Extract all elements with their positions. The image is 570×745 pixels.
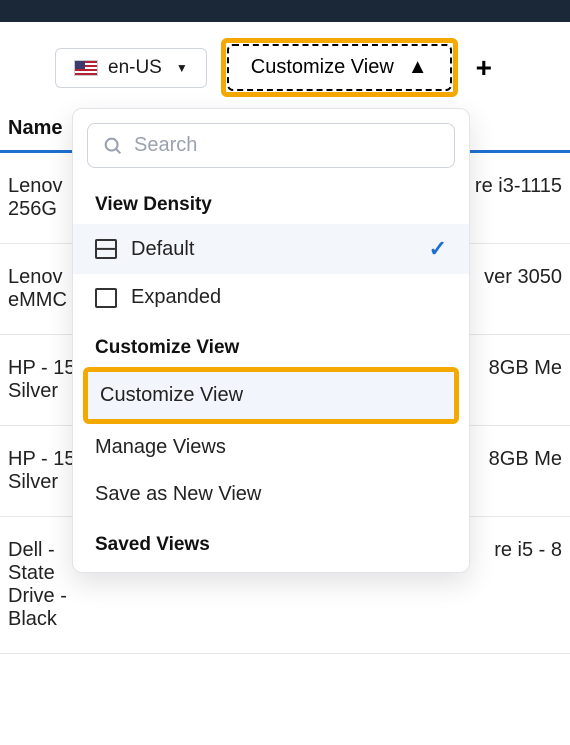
density-option-label: Expanded (131, 286, 221, 309)
density-option-expanded[interactable]: Expanded (73, 274, 469, 321)
cell-name: Lenov eMMC (8, 266, 67, 312)
cell-spec: ver 3050 (484, 266, 562, 312)
chevron-up-icon: ▲ (408, 56, 428, 79)
section-title-saved-views: Saved Views (73, 518, 469, 564)
search-input[interactable] (134, 134, 440, 157)
customize-view-highlight: Customize View ▲ (221, 38, 458, 97)
add-button[interactable]: + (476, 52, 492, 84)
cell-spec: 8GB Me (489, 448, 562, 494)
search-icon (102, 135, 124, 157)
app-topbar (0, 0, 570, 22)
chevron-down-icon: ▼ (176, 61, 188, 75)
cell-name: HP - 15 Silver (8, 357, 75, 403)
customize-view-button[interactable]: Customize View ▲ (227, 44, 452, 91)
locale-selector[interactable]: en-US ▼ (55, 48, 207, 88)
cell-name: HP - 15 Silver (8, 448, 75, 494)
menu-item-label: Manage Views (95, 436, 226, 458)
customize-view-label: Customize View (251, 56, 394, 79)
menu-item-label: Save as New View (95, 483, 261, 505)
customize-view-panel: View Density Default ✓ Expanded Customiz… (72, 108, 470, 573)
customize-view-item-highlight: Customize View (83, 367, 459, 424)
menu-item-save-as-new-view[interactable]: Save as New View (73, 471, 469, 518)
section-title-view-density: View Density (73, 178, 469, 224)
density-expanded-icon (95, 288, 117, 308)
menu-item-customize-view[interactable]: Customize View (88, 372, 454, 419)
us-flag-icon (74, 60, 98, 76)
locale-label: en-US (108, 57, 162, 79)
toolbar: en-US ▼ Customize View ▲ + (0, 22, 570, 113)
density-option-default[interactable]: Default ✓ (73, 224, 469, 274)
density-option-label: Default (131, 238, 194, 261)
plus-icon: + (476, 52, 492, 83)
section-title-customize-view: Customize View (73, 321, 469, 367)
column-header-name[interactable]: Name (8, 117, 62, 139)
density-default-icon (95, 239, 117, 259)
menu-item-manage-views[interactable]: Manage Views (73, 424, 469, 471)
menu-item-label: Customize View (100, 384, 243, 406)
cell-spec: 8GB Me (489, 357, 562, 403)
cell-spec: re i3-1115 (475, 175, 562, 221)
search-field[interactable] (87, 123, 455, 168)
check-icon: ✓ (429, 236, 447, 262)
cell-name: Lenov 256G (8, 175, 63, 221)
cell-spec: re i5 - 8 (494, 539, 562, 631)
